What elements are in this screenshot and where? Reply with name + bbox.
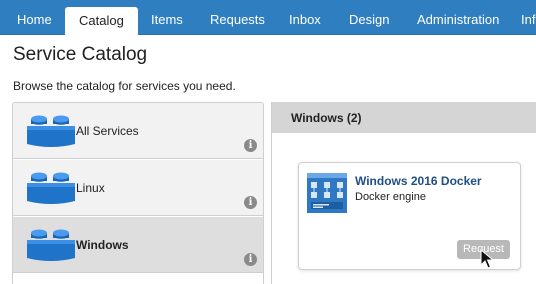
info-icon[interactable]: i [244,196,257,209]
tab-administration[interactable]: Administration [417,0,499,35]
category-linux[interactable]: Linux i [13,160,263,216]
category-label: Windows [76,238,129,252]
category-all-services[interactable]: All Services i [13,103,263,159]
tab-infrastructure[interactable]: Inf [521,0,535,35]
lego-brick-icon [27,172,75,204]
lego-brick-icon [27,115,75,147]
mouse-pointer-icon [480,249,494,269]
tab-catalog[interactable]: Catalog [65,7,138,36]
panel-header: Windows (2) [272,102,536,133]
category-list: All Services i Linux i Windows i [12,102,264,284]
top-navigation: Home Catalog Items Requests Inbox Design… [0,0,536,36]
category-label: Linux [76,181,105,195]
category-label: All Services [76,124,139,138]
page-subtitle: Browse the catalog for services you need… [13,79,236,93]
catalog-item-title[interactable]: Windows 2016 Docker [355,174,482,188]
tab-inbox[interactable]: Inbox [289,0,321,35]
info-icon[interactable]: i [244,139,257,152]
category-windows[interactable]: Windows i [13,217,263,273]
page-title: Service Catalog [13,44,148,65]
tab-home[interactable]: Home [17,0,52,35]
tab-items[interactable]: Items [151,0,183,35]
lego-brick-icon [27,229,75,261]
panel-header-label: Windows (2) [291,111,362,125]
catalog-item-description: Docker engine [355,191,426,203]
blueprint-icon [307,173,347,213]
tab-requests[interactable]: Requests [210,0,265,35]
tab-design[interactable]: Design [349,0,389,35]
info-icon[interactable]: i [244,253,257,266]
